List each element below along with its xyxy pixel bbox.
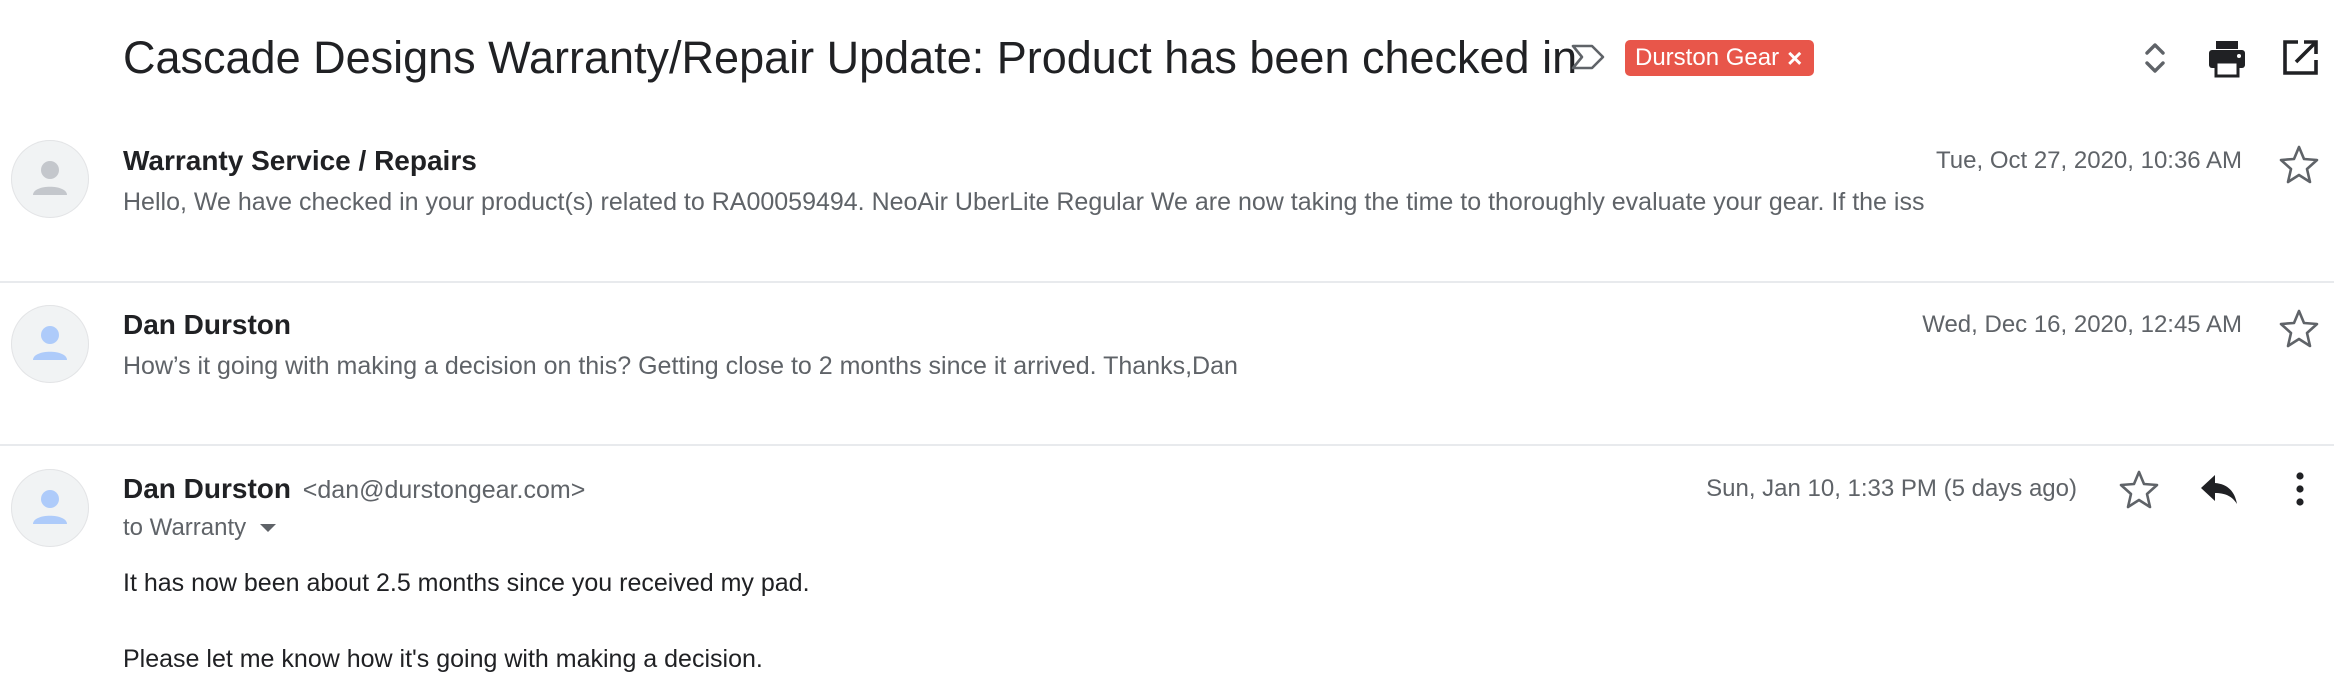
message-body-line: Please let me know how it's going with m… <box>123 645 763 673</box>
open-in-new-window-icon[interactable] <box>2278 36 2322 80</box>
recipients-text: to Warranty <box>123 514 247 541</box>
sender-header: Dan Durston <dan@durstongear.com> <box>123 473 585 505</box>
thread-header: Cascade Designs Warranty/Repair Update: … <box>0 0 2334 118</box>
print-icon[interactable] <box>2205 36 2249 80</box>
message-date: Tue, Oct 27, 2020, 10:36 AM <box>1936 147 2242 174</box>
star-icon[interactable] <box>2119 469 2159 509</box>
thread-subject: Cascade Designs Warranty/Repair Update: … <box>123 32 1578 83</box>
star-icon[interactable] <box>2279 144 2319 184</box>
label-outline-icon[interactable] <box>1570 42 1606 72</box>
message-snippet: How’s it going with making a decision on… <box>123 352 1238 380</box>
recipients-line: to Warranty <box>123 514 278 542</box>
avatar <box>11 305 89 383</box>
avatar <box>11 140 89 218</box>
star-icon[interactable] <box>2279 308 2319 348</box>
message-collapsed[interactable]: Warranty Service / Repairs Tue, Oct 27, … <box>0 118 2334 283</box>
show-details-icon[interactable] <box>258 522 278 534</box>
sender-name: Warranty Service / Repairs <box>123 145 477 176</box>
message-snippet: Hello, We have checked in your product(s… <box>123 188 1925 216</box>
message-body-line: It has now been about 2.5 months since y… <box>123 569 810 597</box>
sender-name: Dan Durston <box>123 473 291 504</box>
more-options-icon[interactable] <box>2282 469 2318 509</box>
reply-icon[interactable] <box>2198 469 2240 509</box>
sender-email: <dan@durstongear.com> <box>302 476 586 504</box>
sender-name: Dan Durston <box>123 309 291 340</box>
label-chip-text: Durston Gear <box>1635 44 1780 71</box>
message-date: Wed, Dec 16, 2020, 12:45 AM <box>1922 311 2242 338</box>
avatar <box>11 469 89 547</box>
label-chip: Durston Gear × <box>1625 40 1815 76</box>
expand-collapse-icon[interactable] <box>2133 36 2177 80</box>
message-collapsed[interactable]: Dan Durston Wed, Dec 16, 2020, 12:45 AM … <box>0 281 2334 446</box>
remove-label-button[interactable]: × <box>1787 40 1802 76</box>
message-date: Sun, Jan 10, 1:33 PM (5 days ago) <box>1706 475 2077 502</box>
